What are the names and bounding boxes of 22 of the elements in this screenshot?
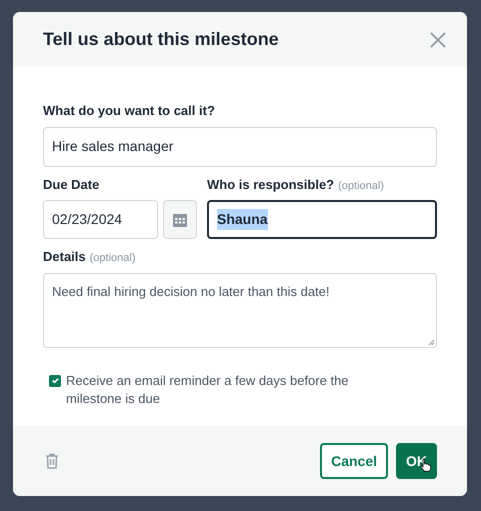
textarea-text: Need final hiring decision no later than this date! xyxy=(52,284,330,298)
resize-handle-icon xyxy=(428,338,435,346)
checkmark-icon xyxy=(50,376,60,385)
field-label: Details xyxy=(43,248,86,266)
optional-hint: (optional) xyxy=(90,251,136,266)
responsible-input[interactable]: Shauna xyxy=(207,200,437,239)
calendar-icon xyxy=(172,212,188,228)
name-input[interactable]: Hire sales manager xyxy=(43,126,437,166)
close-icon[interactable] xyxy=(429,30,447,48)
delete-icon[interactable] xyxy=(45,453,59,469)
date-input[interactable]: 02/23/2024 xyxy=(43,200,158,239)
field-label: Due Date xyxy=(43,176,100,194)
optional-hint: (optional) xyxy=(338,178,384,194)
reminder-label: Receive an email reminder a few days before the milestone is due xyxy=(66,372,350,408)
details-textarea[interactable]: Need final hiring decision no later than this date! xyxy=(43,272,437,348)
field-label: What do you want to call it? xyxy=(43,102,215,120)
dialog-title: Tell us about this milestone xyxy=(43,28,279,51)
cancel-button[interactable]: Cancel xyxy=(320,443,388,479)
calendar-button[interactable] xyxy=(163,200,197,239)
input-text: Shauna xyxy=(217,209,268,230)
field-label: Who is responsible? xyxy=(207,176,334,194)
reminder-checkbox[interactable] xyxy=(49,374,61,386)
